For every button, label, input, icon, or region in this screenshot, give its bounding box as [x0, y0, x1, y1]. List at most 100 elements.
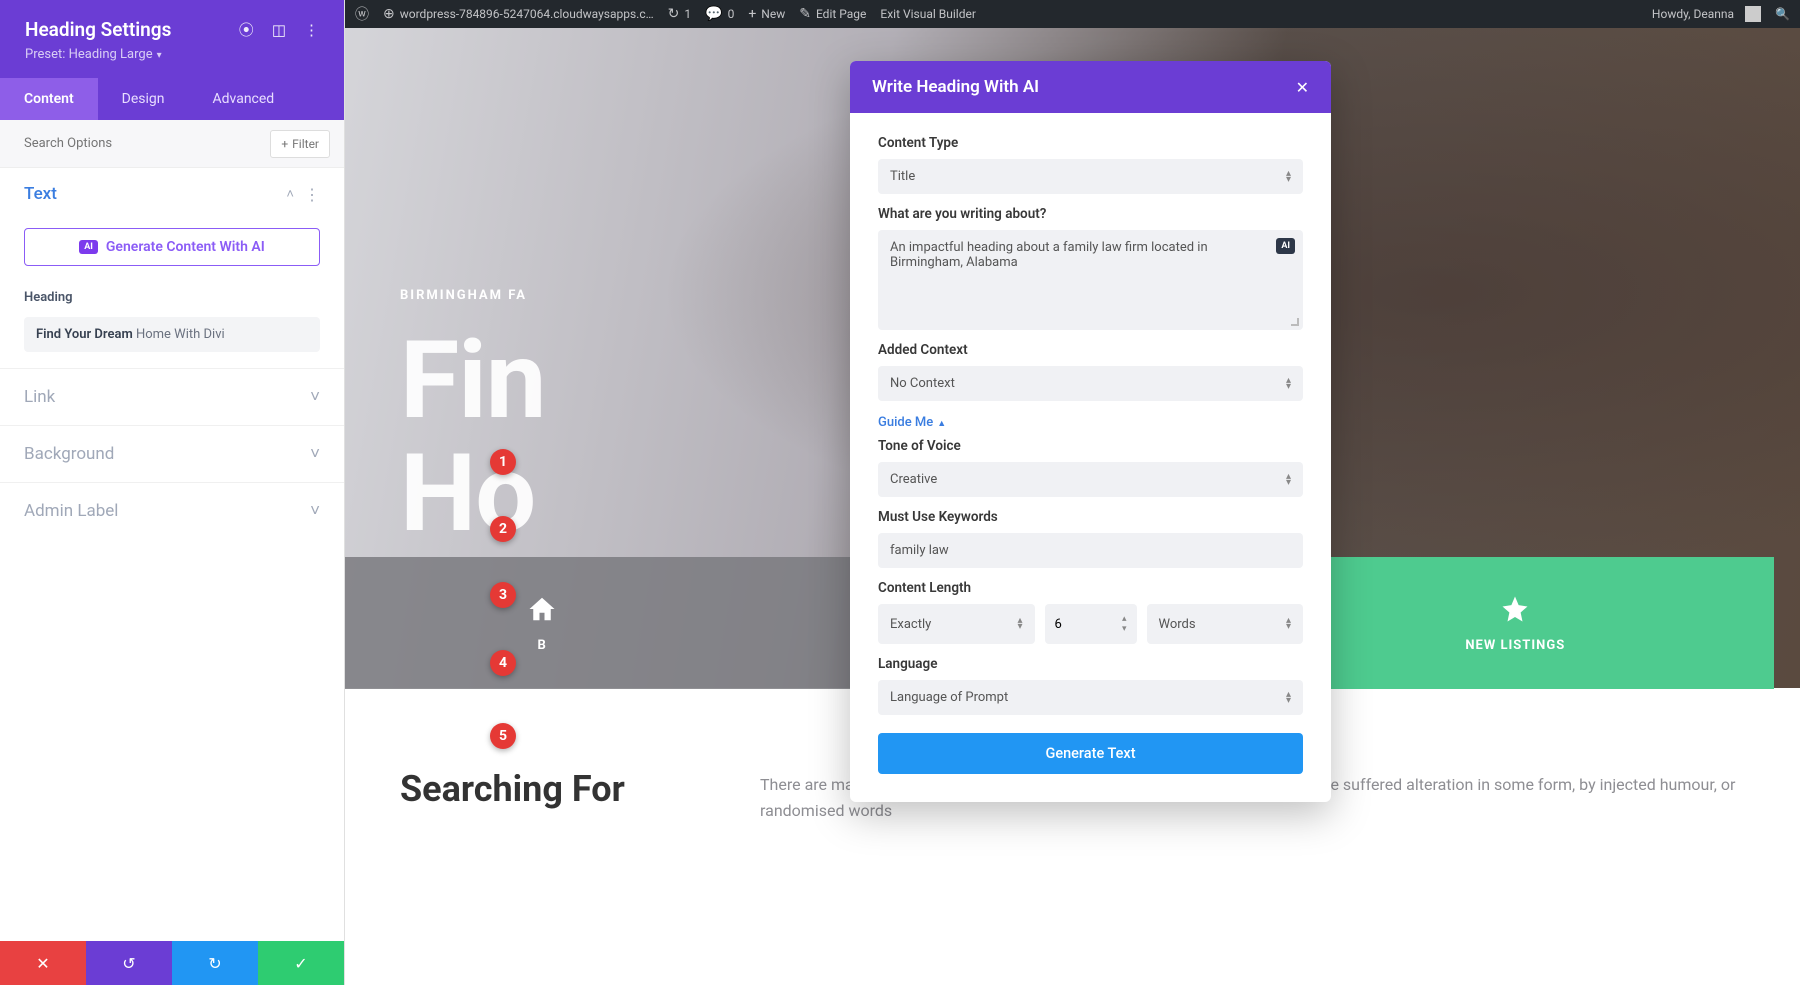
hero-title-part2: Ho — [400, 431, 535, 557]
select-caret-icon: ▴▾ — [1286, 474, 1291, 486]
select-tone-value: Creative — [890, 472, 937, 487]
sidebar-header: Heading Settings ⦿ ◫ ⋮ Preset: Heading L… — [0, 0, 344, 78]
annotation-3: 3 — [490, 582, 516, 608]
input-length-num[interactable]: 6 ▴▾ — [1045, 604, 1137, 644]
resize-handle[interactable] — [1289, 316, 1299, 326]
annotation-1: 1 — [490, 449, 516, 475]
section-admin-label[interactable]: Admin Label ˅ — [0, 482, 344, 539]
input-keywords[interactable] — [878, 533, 1303, 568]
chevron-up-icon: ˄ — [286, 186, 294, 202]
layout-icon[interactable]: ◫ — [272, 21, 286, 39]
section-link[interactable]: Link ˅ — [0, 368, 344, 425]
tab-advanced[interactable]: Advanced — [189, 78, 299, 120]
annotation-5: 5 — [490, 723, 516, 749]
avatar — [1745, 6, 1761, 22]
select-content-type[interactable]: Title ▴▾ — [878, 159, 1303, 194]
close-icon[interactable]: ✕ — [1296, 78, 1309, 97]
preset-dropdown[interactable]: Preset: Heading Large▾ — [25, 47, 319, 62]
select-length-mode[interactable]: Exactly ▴▾ — [878, 604, 1035, 644]
new-item[interactable]: +New — [748, 6, 785, 22]
select-language[interactable]: Language of Prompt ▴▾ — [878, 680, 1303, 715]
more-icon[interactable]: ⋮ — [304, 21, 319, 39]
tab-design[interactable]: Design — [98, 78, 189, 120]
howdy-label: Howdy, Deanna — [1652, 7, 1734, 21]
select-length-unit-value: Words — [1159, 617, 1196, 632]
section-text[interactable]: Text ˄ ⋮ — [0, 168, 344, 220]
section-text-title: Text — [24, 184, 57, 204]
card-buy[interactable]: B — [345, 557, 739, 689]
select-caret-icon: ▴▾ — [1286, 171, 1291, 183]
label-language: Language — [878, 656, 1303, 672]
updates-count: 1 — [684, 7, 691, 21]
search-icon[interactable]: 🔍 — [1775, 7, 1790, 21]
textarea-about[interactable]: AI — [878, 230, 1303, 330]
howdy-user[interactable]: Howdy, Deanna — [1652, 6, 1761, 22]
search-input[interactable] — [14, 128, 270, 159]
sidebar-search-row: + Filter — [0, 120, 344, 168]
card-new[interactable]: NEW LISTINGS — [1257, 557, 1774, 689]
updates-item[interactable]: ↻1 — [668, 6, 691, 22]
section-background[interactable]: Background ˅ — [0, 425, 344, 482]
generate-content-button[interactable]: AI Generate Content With AI — [24, 228, 320, 266]
new-label: New — [761, 7, 785, 21]
ellipsis-icon[interactable]: ⋮ — [304, 185, 320, 204]
filter-label: Filter — [292, 137, 319, 151]
select-context[interactable]: No Context ▴▾ — [878, 366, 1303, 401]
undo-button[interactable]: ↺ — [86, 941, 172, 985]
triangle-up-icon: ▲ — [937, 419, 946, 429]
filter-button[interactable]: + Filter — [270, 130, 330, 158]
home-icon — [527, 594, 557, 624]
chevron-down-icon: ˅ — [310, 444, 320, 464]
edit-page-item[interactable]: ✎Edit Page — [799, 6, 866, 22]
select-content-type-value: Title — [890, 169, 915, 184]
content-heading: Searching For — [400, 768, 700, 810]
exit-builder-item[interactable]: Exit Visual Builder — [880, 7, 976, 21]
select-caret-icon: ▴▾ — [1286, 378, 1291, 390]
select-context-value: No Context — [890, 376, 955, 391]
comments-item[interactable]: 💬0 — [705, 6, 734, 22]
wp-logo-icon[interactable]: ⓦ — [355, 4, 369, 24]
modal-header: Write Heading With AI ✕ — [850, 61, 1331, 113]
save-button[interactable]: ✓ — [258, 941, 344, 985]
redo-button[interactable]: ↻ — [172, 941, 258, 985]
select-caret-icon: ▴▾ — [1286, 618, 1291, 630]
focus-icon[interactable]: ⦿ — [239, 19, 254, 40]
section-admin-label-text: Admin Label — [24, 501, 118, 521]
label-context: Added Context — [878, 342, 1303, 358]
label-content-type: Content Type — [878, 135, 1303, 151]
section-background-label: Background — [24, 444, 114, 464]
card-buy-label: B — [537, 638, 546, 653]
site-url: wordpress-784896-5247064.cloudwaysapps.c… — [400, 7, 654, 21]
card-new-label: NEW LISTINGS — [1465, 638, 1565, 653]
site-switcher[interactable]: ⊕wordpress-784896-5247064.cloudwaysapps.… — [383, 6, 654, 22]
tab-content[interactable]: Content — [0, 78, 98, 120]
section-link-label: Link — [24, 387, 55, 407]
label-length: Content Length — [878, 580, 1303, 596]
ai-icon: AI — [79, 240, 98, 254]
select-tone[interactable]: Creative ▴▾ — [878, 462, 1303, 497]
ai-icon[interactable]: AI — [1276, 238, 1295, 254]
label-keywords: Must Use Keywords — [878, 509, 1303, 525]
select-length-mode-value: Exactly — [890, 617, 931, 632]
select-length-unit[interactable]: Words ▴▾ — [1147, 604, 1304, 644]
sidebar-tabs: Content Design Advanced — [0, 78, 344, 120]
wp-admin-bar: ⓦ ⊕wordpress-784896-5247064.cloudwaysapp… — [345, 0, 1800, 28]
modal-title: Write Heading With AI — [872, 77, 1039, 97]
heading-value-bold: Find Your Dream — [36, 327, 133, 342]
guide-me-label: Guide Me — [878, 415, 933, 430]
guide-me-link[interactable]: Guide Me ▲ — [878, 415, 946, 430]
annotation-2: 2 — [490, 516, 516, 542]
main-canvas: ⓦ ⊕wordpress-784896-5247064.cloudwaysapp… — [345, 0, 1800, 985]
select-caret-icon: ▴▾ — [1286, 692, 1291, 704]
annotation-4: 4 — [490, 650, 516, 676]
plus-icon: + — [281, 137, 288, 151]
preset-label: Preset: Heading Large — [25, 47, 153, 62]
select-caret-icon: ▴▾ — [1017, 618, 1022, 630]
generate-text-button[interactable]: Generate Text — [878, 733, 1303, 774]
textarea-about-field[interactable] — [890, 240, 1267, 300]
cancel-button[interactable]: ✕ — [0, 941, 86, 985]
generate-content-label: Generate Content With AI — [106, 239, 265, 255]
heading-input[interactable]: Find Your Dream Home With Divi — [24, 317, 320, 352]
stepper-icon[interactable]: ▴▾ — [1122, 614, 1127, 634]
comments-count: 0 — [728, 7, 735, 21]
